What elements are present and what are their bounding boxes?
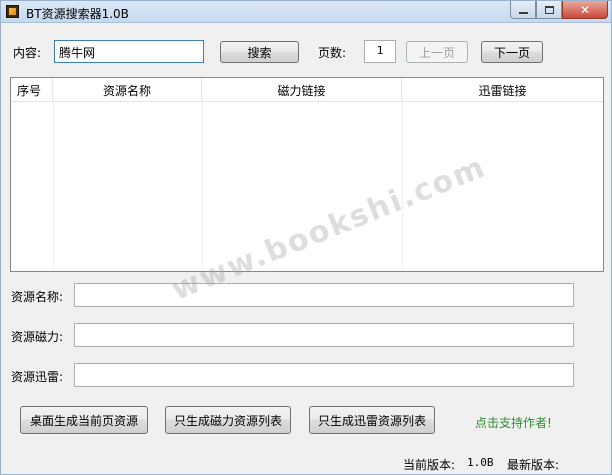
resource-thunder-field[interactable] [74, 363, 574, 387]
content-input[interactable]: 腾牛网 [54, 40, 204, 63]
column-header-thunder[interactable]: 迅雷链接 [402, 78, 603, 102]
current-version-value: 1.0B [467, 456, 494, 469]
prev-page-button[interactable]: 上一页 [406, 41, 468, 63]
magnet-list-button[interactable]: 只生成磁力资源列表 [165, 406, 291, 434]
window-title: BT资源搜索器1.0B [26, 7, 129, 21]
current-version-label: 当前版本: [403, 458, 456, 472]
latest-version-label: 最新版本: [507, 458, 560, 472]
minimize-button[interactable] [510, 1, 536, 19]
column-divider [202, 102, 203, 271]
app-window: BT资源搜索器1.0B ✕ 内容: 腾牛网 搜索 页数: 1 上一页 下一页 序… [0, 0, 612, 475]
content-label: 内容: [13, 46, 42, 60]
next-page-button[interactable]: 下一页 [481, 41, 543, 63]
table-header: 序号 资源名称 磁力链接 迅雷链接 [11, 78, 603, 102]
resource-name-label: 资源名称: [11, 290, 64, 304]
title-bar[interactable]: BT资源搜索器1.0B ✕ [1, 1, 611, 23]
close-button[interactable]: ✕ [562, 1, 608, 19]
resource-magnet-field[interactable] [74, 323, 574, 347]
search-button[interactable]: 搜索 [220, 41, 299, 63]
column-header-index[interactable]: 序号 [11, 78, 53, 102]
support-author-link[interactable]: 点击支持作者! [475, 414, 552, 431]
maximize-button[interactable] [536, 1, 562, 19]
column-header-name[interactable]: 资源名称 [53, 78, 202, 102]
resource-thunder-label: 资源迅雷: [11, 370, 64, 384]
close-icon: ✕ [579, 2, 591, 17]
page-label: 页数: [318, 46, 347, 60]
maximize-icon [544, 5, 554, 14]
resource-name-field[interactable] [74, 283, 574, 307]
resource-magnet-label: 资源磁力: [11, 330, 64, 344]
desktop-generate-button[interactable]: 桌面生成当前页资源 [20, 406, 148, 434]
app-logo-icon [6, 5, 19, 18]
thunder-list-button[interactable]: 只生成迅雷资源列表 [309, 406, 435, 434]
page-input[interactable]: 1 [364, 40, 396, 63]
minimize-icon [518, 11, 528, 14]
column-header-magnet[interactable]: 磁力链接 [202, 78, 402, 102]
column-divider [53, 102, 54, 271]
